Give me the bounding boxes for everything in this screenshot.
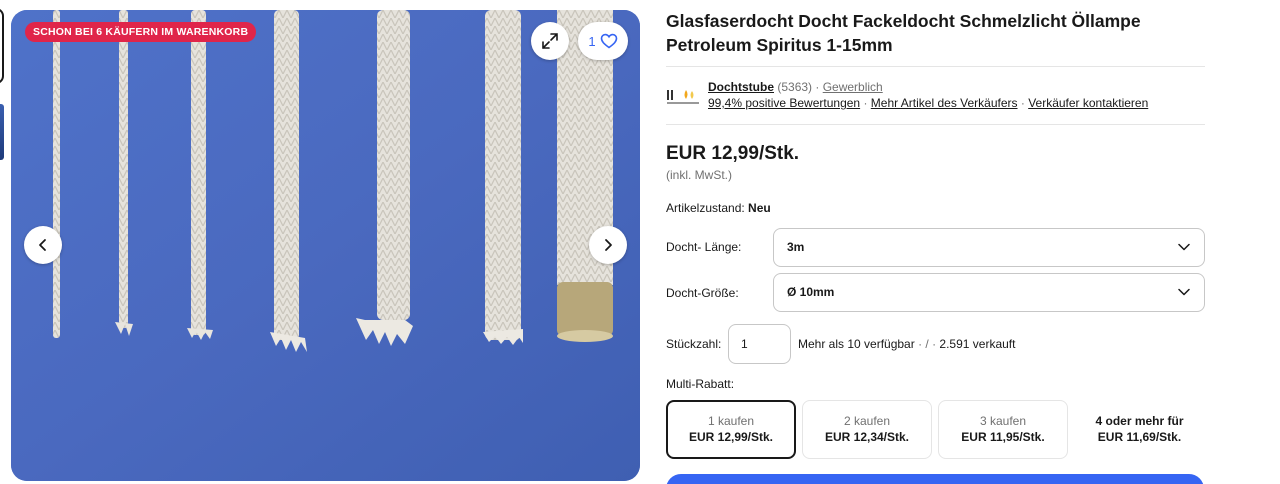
contact-seller-link[interactable]: Verkäufer kontaktieren [1028,96,1148,110]
expand-icon [542,33,558,49]
length-select[interactable]: 3m [773,228,1205,267]
tier-price: EUR 11,95/Stk. [961,430,1045,444]
separator: · [812,80,823,94]
quantity-label: Stückzahl: [666,337,722,351]
more-items-link[interactable]: Mehr Artikel des Verkäufers [871,96,1018,110]
tier-price: EUR 12,34/Stk. [824,430,910,444]
chevron-left-icon [39,239,46,251]
discount-tier-2[interactable]: 2 kaufen EUR 12,34/Stk. [802,400,932,459]
promo-badge: SCHON BEI 6 KÄUFERN IM WARENKORB [25,22,257,42]
seller-info: Dochtstube (5363) · Gewerblich [708,80,883,95]
sold-count: 2.591 verkauft [939,337,1016,351]
divider [666,124,1205,125]
item-condition: Artikelzustand: Neu [666,201,771,215]
seller-logo[interactable] [666,88,700,106]
buy-now-button[interactable] [666,474,1204,484]
divider [666,66,1205,67]
discount-tier-3[interactable]: 3 kaufen EUR 11,95/Stk. [938,400,1068,459]
thumbnail-2[interactable] [0,104,4,160]
separator: · [1017,96,1029,110]
seller-feedback-count: (5363) [777,80,813,94]
tier-quantity: 3 kaufen [979,414,1027,428]
available-text: Mehr als 10 verfügbar [798,337,915,351]
chevron-down-icon [1178,288,1190,296]
condition-value: Neu [748,201,771,215]
positive-feedback-link[interactable]: 99,4% positive Bewertungen [708,96,860,110]
seller-type[interactable]: Gewerblich [823,80,883,94]
heart-icon [600,33,617,49]
length-label: Docht- Länge: [666,240,742,254]
separator: · / · [914,337,940,351]
chevron-right-icon [605,239,612,251]
wick-photo [11,10,640,481]
tier-quantity: 4 oder mehr für [1095,414,1184,428]
price: EUR 12,99/Stk. [666,143,800,164]
watchlist-button[interactable]: 1 [578,22,628,60]
size-selected-value: Ø 10mm [787,285,835,299]
previous-image-button[interactable] [24,226,62,264]
product-image[interactable]: SCHON BEI 6 KÄUFERN IM WARENKORB 1 [11,10,640,481]
discount-tier-4[interactable]: 4 oder mehr für EUR 11,69/Stk. [1074,400,1205,459]
chevron-down-icon [1178,243,1190,251]
vat-note: (inkl. MwSt.) [666,168,732,182]
size-label: Docht-Größe: [666,286,739,300]
tier-quantity: 2 kaufen [843,414,891,428]
seller-links: 99,4% positive Bewertungen · Mehr Artike… [708,96,1148,111]
watch-count: 1 [588,33,596,49]
discount-tier-1[interactable]: 1 kaufen EUR 12,99/Stk. [666,400,796,459]
next-image-button[interactable] [589,226,627,264]
tier-price: EUR 12,99/Stk. [688,430,774,444]
size-select[interactable]: Ø 10mm [773,273,1205,312]
length-selected-value: 3m [787,240,805,254]
product-title: Glasfaserdocht Docht Fackeldocht Schmelz… [666,11,1141,55]
tier-price: EUR 11,69/Stk. [1097,430,1182,444]
quantity-input[interactable]: 1 [728,324,791,364]
tier-quantity: 1 kaufen [707,414,755,428]
seller-name-link[interactable]: Dochtstube [708,80,774,94]
condition-label: Artikelzustand: [666,201,745,215]
multi-discount-label: Multi-Rabatt: [666,377,735,391]
separator: · [860,96,871,110]
availability: Mehr als 10 verfügbar · / · 2.591 verkau… [798,337,1015,351]
expand-button[interactable] [531,22,569,60]
thumbnail-1[interactable] [0,8,4,84]
